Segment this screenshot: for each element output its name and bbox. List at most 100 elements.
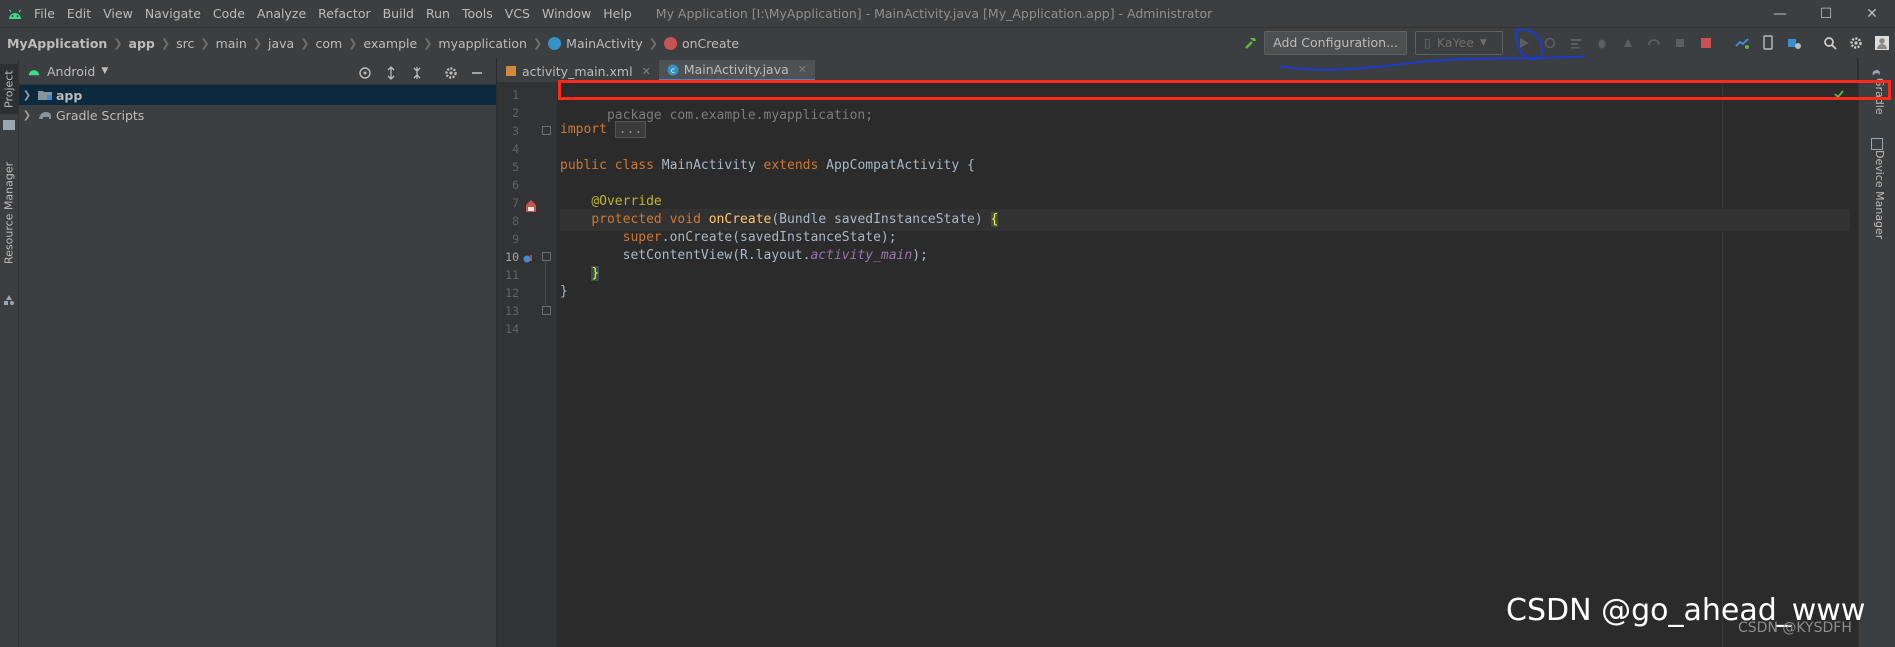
collapse-all-icon[interactable] <box>405 61 429 85</box>
class-icon: c <box>667 64 679 75</box>
line-number: 14 <box>505 322 519 336</box>
close-icon[interactable]: ✕ <box>1849 0 1895 27</box>
window-title: My Application [I:\MyApplication] - Main… <box>655 6 1213 21</box>
menu-navigate[interactable]: Navigate <box>139 6 207 21</box>
line-number: 8 <box>512 214 519 228</box>
breadcrumb-java[interactable]: java <box>268 36 294 51</box>
code-line-3: import ... <box>560 119 647 141</box>
menu-build[interactable]: Build <box>377 6 420 21</box>
line-number: 3 <box>512 124 519 138</box>
fold-icon[interactable] <box>542 126 551 135</box>
chevron-right-icon: ❯ <box>113 36 123 50</box>
tab-label: MainActivity.java <box>683 62 789 77</box>
minimize-icon[interactable]: — <box>1757 0 1803 27</box>
breadcrumb-project[interactable]: MyApplication <box>7 36 107 51</box>
maximize-icon[interactable]: ☐ <box>1803 0 1849 27</box>
superclass: AppCompatActivity { <box>826 158 975 173</box>
breadcrumb-com[interactable]: com <box>315 36 342 51</box>
menu-vcs[interactable]: VCS <box>499 6 536 21</box>
breadcrumb-example[interactable]: example <box>363 36 417 51</box>
breadcrumb: MyApplication ❯ app ❯ src ❯ main ❯ java ❯ com… <box>7 36 739 51</box>
chevron-down-icon: ▼ <box>101 66 109 76</box>
chevron-right-icon: ❯ <box>22 109 32 121</box>
right-tool-strip: Gradle Device Manager <box>1858 58 1895 647</box>
menu-analyze[interactable]: Analyze <box>251 6 312 21</box>
package-statement: package com.example.myapplication; <box>606 108 874 123</box>
expand-all-icon[interactable] <box>379 61 403 85</box>
tree-item-label: app <box>56 87 83 103</box>
menu-edit[interactable]: Edit <box>61 6 97 21</box>
line-gutter: 1 2 3 4 5 6 7 8 9 10 11 12 13 14 <box>497 83 557 647</box>
gradle-elephant-icon <box>1871 66 1881 76</box>
method-name: onCreate <box>708 212 772 227</box>
coverage-icon[interactable] <box>1668 31 1692 55</box>
matched-brace: { <box>990 212 999 227</box>
chevron-right-icon: ❯ <box>300 36 310 50</box>
line-number: 4 <box>512 142 519 156</box>
hide-panel-icon[interactable] <box>465 61 489 85</box>
menu-help[interactable]: Help <box>597 6 638 21</box>
breadcrumb-method-label: onCreate <box>681 35 740 51</box>
stop-icon[interactable] <box>1694 31 1718 55</box>
project-tool-tab[interactable]: Project <box>0 64 18 114</box>
code-line-14: } <box>560 281 568 303</box>
breadcrumb-method[interactable]: onCreate <box>663 35 740 51</box>
chevron-right-icon: ❯ <box>348 36 358 50</box>
breadcrumb-package[interactable]: myapplication <box>438 36 527 51</box>
xml-file-icon <box>506 66 516 76</box>
menu-code[interactable]: Code <box>207 6 251 21</box>
menu-refactor[interactable]: Refactor <box>312 6 376 21</box>
line-number: 10 <box>505 250 519 264</box>
chevron-right-icon: ❯ <box>22 89 32 101</box>
chevron-right-icon: ❯ <box>200 36 210 50</box>
resource-manager-tool-tab[interactable]: Resource Manager <box>0 138 18 288</box>
watermark-secondary: CSDN @KYSDFH <box>1738 620 1852 636</box>
project-view-selector[interactable]: Android ▼ <box>27 64 108 79</box>
device-manager-tool-tab[interactable]: Device Manager <box>1873 150 1886 239</box>
menu-window[interactable]: Window <box>536 6 597 21</box>
method-params: (Bundle savedInstanceState) <box>771 212 991 227</box>
gear-icon[interactable] <box>439 61 463 85</box>
close-icon[interactable]: ✕ <box>642 65 651 78</box>
class-name: MainActivity <box>661 158 756 173</box>
hammer-build-icon[interactable] <box>1239 31 1263 55</box>
code-editor[interactable]: package com.example.myapplication; impor… <box>560 83 1850 647</box>
breadcrumb-module[interactable]: app <box>129 36 155 51</box>
fold-icon[interactable] <box>542 252 551 261</box>
menu-tools[interactable]: Tools <box>456 6 499 21</box>
tree-item-gradle-scripts[interactable]: ❯ Gradle Scripts <box>19 105 496 125</box>
breadcrumb-class[interactable]: MainActivity <box>548 36 643 51</box>
tab-activity-main-xml[interactable]: activity_main.xml ✕ <box>497 60 659 82</box>
line-number: 1 <box>512 88 519 102</box>
gear-icon[interactable] <box>1844 31 1868 55</box>
line-number: 6 <box>512 178 519 192</box>
chevron-right-icon: ❯ <box>532 36 543 50</box>
menu-bar: File Edit View Navigate Code Analyze Ref… <box>0 0 1895 27</box>
account-avatar-icon[interactable] <box>1870 31 1894 55</box>
left-tool-strip: Project Resource Manager <box>0 58 19 647</box>
folded-imports[interactable]: ... <box>614 121 647 138</box>
breadcrumb-class-label: MainActivity <box>566 35 643 51</box>
line-number: 11 <box>505 268 519 282</box>
menu-view[interactable]: View <box>97 6 139 21</box>
menu-file[interactable]: File <box>28 6 61 21</box>
tree-item-label: Gradle Scripts <box>56 107 145 123</box>
locate-target-icon[interactable] <box>353 61 377 85</box>
search-icon[interactable] <box>1818 31 1842 55</box>
svg-text:c: c <box>671 66 675 75</box>
tab-mainactivity-java[interactable]: c MainActivity.java ✕ <box>658 60 815 82</box>
menu-run[interactable]: Run <box>420 6 456 21</box>
breadcrumb-main[interactable]: main <box>216 36 247 51</box>
breadcrumb-src[interactable]: src <box>176 36 194 51</box>
attach-debugger-icon[interactable] <box>1642 31 1666 55</box>
line-number: 5 <box>512 160 519 174</box>
sync-gradle-icon[interactable] <box>1730 31 1754 55</box>
sdk-manager-icon[interactable] <box>1782 31 1806 55</box>
close-icon[interactable]: ✕ <box>798 63 807 76</box>
device-manager-icon[interactable] <box>1756 31 1780 55</box>
window-controls: — ☐ ✕ <box>1757 0 1895 27</box>
run-class-gutter-icon[interactable] <box>524 199 538 216</box>
override-method-gutter-icon[interactable] <box>522 253 534 268</box>
fold-icon[interactable] <box>542 306 551 315</box>
tree-item-app[interactable]: ❯ app <box>19 85 496 105</box>
